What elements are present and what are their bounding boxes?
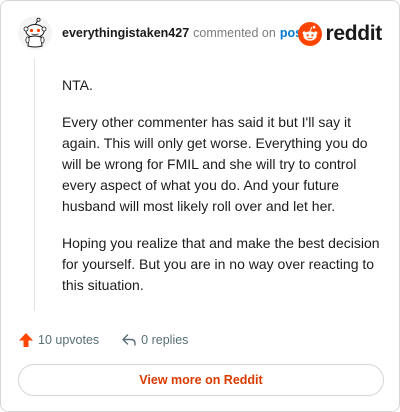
thread-line [34,59,35,311]
comment-paragraph: Hoping you realize that and make the bes… [62,235,380,293]
view-more-button[interactable]: View more on Reddit [18,364,384,396]
replies-button[interactable]: 0 replies [121,332,188,348]
comment-body: NTA. Every other commenter has said it b… [62,75,382,312]
comment-paragraph: Every other commenter has said it but I'… [62,114,368,214]
reply-count: 0 replies [141,333,189,347]
reddit-brand[interactable]: reddit [298,21,382,47]
comment-header: everythingistaken427 commented on post [62,25,306,41]
reply-icon [122,334,136,346]
upvote-arrow-icon [19,333,33,347]
reddit-logo-icon [298,22,323,46]
upvote-button[interactable]: 10 upvotes [18,332,99,348]
snoo-avatar-icon [18,16,52,50]
comment-author[interactable]: everythingistaken427 [62,26,189,40]
upvote-count: 10 upvotes [38,333,100,347]
comment-action-text: commented on [193,26,276,40]
user-avatar[interactable] [18,16,52,50]
comment-footer: 10 upvotes 0 replies [18,330,210,350]
reddit-wordmark: reddit [325,22,382,45]
comment-paragraph: NTA. [62,77,93,93]
embedded-comment-card: everythingistaken427 commented on post red… [0,0,400,412]
